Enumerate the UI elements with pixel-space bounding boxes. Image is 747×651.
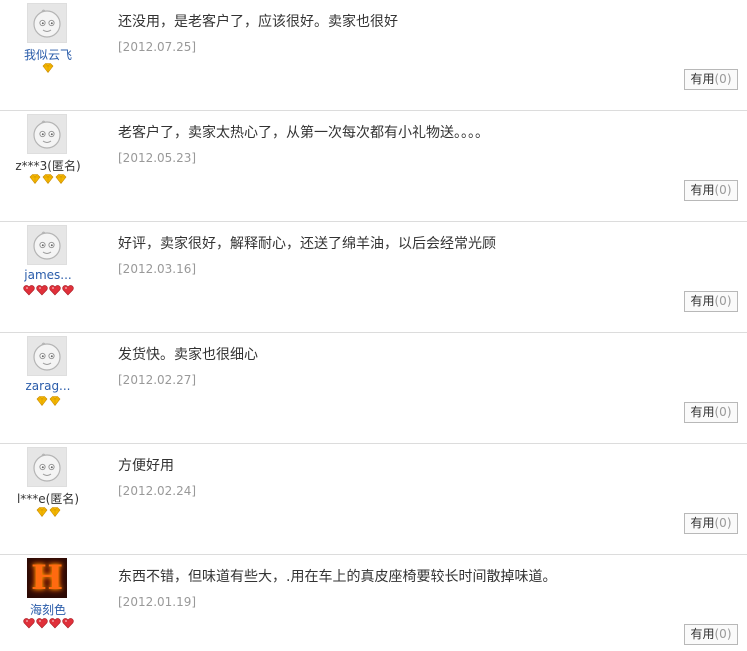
- useful-button[interactable]: 有用(0): [684, 291, 738, 312]
- useful-button[interactable]: 有用(0): [684, 513, 738, 534]
- yellow-diamond-icon: [42, 62, 54, 76]
- username[interactable]: james...: [0, 268, 96, 282]
- avatar[interactable]: [27, 114, 67, 154]
- review-item: james... 好评，卖家很好，解释耐心，还送了绵羊油，以后会经常光顾 [2012…: [0, 222, 747, 333]
- review-date: [2012.02.27]: [118, 373, 197, 387]
- review-date: [2012.05.23]: [118, 151, 197, 165]
- useful-button[interactable]: 有用(0): [684, 180, 738, 201]
- username: z***3(匿名): [15, 159, 81, 173]
- review-item: l***e(匿名) 方便好用 [2012.02.24] 有用(0): [0, 444, 747, 555]
- useful-count: (0): [714, 516, 732, 530]
- username[interactable]: zarag...: [0, 379, 96, 393]
- useful-button[interactable]: 有用(0): [684, 402, 738, 423]
- yellow-diamond-icon: [36, 506, 48, 520]
- red-heart-icon: [48, 617, 61, 631]
- review-date: [2012.07.25]: [118, 40, 197, 54]
- review-item: H 海刻色 东西不错，但味道有些大，.用在车上的真皮座椅要较长时间散掉味道。 [201…: [0, 555, 747, 651]
- red-heart-icon: [22, 617, 35, 631]
- review-list: 我似云飞 还没用，是老客户了，应该很好。卖家也很好 [2012.07.25] 有用(0…: [0, 0, 747, 651]
- avatar[interactable]: [27, 447, 67, 487]
- username: l***e(匿名): [16, 492, 80, 506]
- review-date: [2012.02.24]: [118, 484, 197, 498]
- review-item: z***3(匿名) 老客户了，卖家太热心了，从第一次每次都有小礼物送。。。。 [20…: [0, 111, 747, 222]
- useful-button[interactable]: 有用(0): [684, 624, 738, 645]
- credit-level-badges: [0, 395, 96, 409]
- useful-label: 有用: [690, 516, 715, 530]
- red-heart-icon: [48, 284, 61, 298]
- red-heart-icon: [61, 617, 74, 631]
- avatar[interactable]: [27, 225, 67, 265]
- avatar[interactable]: [27, 3, 67, 43]
- useful-label: 有用: [690, 183, 715, 197]
- username[interactable]: 我似云飞: [0, 46, 96, 63]
- useful-count: (0): [714, 72, 732, 86]
- useful-label: 有用: [690, 72, 715, 86]
- yellow-diamond-icon: [49, 506, 61, 520]
- credit-level-badges: [0, 617, 96, 631]
- credit-level-badges: [0, 506, 96, 520]
- review-text: 还没用，是老客户了，应该很好。卖家也很好: [118, 14, 398, 30]
- avatar[interactable]: [27, 336, 67, 376]
- default-face-icon: [30, 6, 64, 40]
- avatar-letter: H: [30, 558, 64, 598]
- review-item: 我似云飞 还没用，是老客户了，应该很好。卖家也很好 [2012.07.25] 有用(0…: [0, 0, 747, 111]
- review-text: 发货快。卖家也很细心: [118, 347, 258, 363]
- red-heart-icon: [61, 284, 74, 298]
- useful-label: 有用: [690, 405, 715, 419]
- useful-count: (0): [714, 405, 732, 419]
- red-heart-icon: [35, 617, 48, 631]
- credit-level-badges: [0, 173, 96, 187]
- yellow-diamond-icon: [49, 395, 61, 409]
- red-heart-icon: [22, 284, 35, 298]
- useful-label: 有用: [690, 627, 715, 641]
- useful-count: (0): [714, 183, 732, 197]
- review-date: [2012.01.19]: [118, 595, 197, 609]
- default-face-icon: [30, 228, 64, 262]
- yellow-diamond-icon: [29, 173, 41, 187]
- yellow-diamond-icon: [55, 173, 67, 187]
- useful-label: 有用: [690, 294, 715, 308]
- red-heart-icon: [35, 284, 48, 298]
- review-item: zarag... 发货快。卖家也很细心 [2012.02.27] 有用(0): [0, 333, 747, 444]
- review-text: 好评，卖家很好，解释耐心，还送了绵羊油，以后会经常光顾: [118, 236, 496, 252]
- username[interactable]: 海刻色: [0, 601, 96, 618]
- useful-count: (0): [714, 294, 732, 308]
- yellow-diamond-icon: [36, 395, 48, 409]
- default-face-icon: [30, 450, 64, 484]
- useful-count: (0): [714, 627, 732, 641]
- default-face-icon: [30, 117, 64, 151]
- credit-level-badges: [0, 284, 96, 298]
- avatar[interactable]: H: [27, 558, 67, 598]
- review-text: 方便好用: [118, 458, 174, 474]
- flaming-h-icon: H: [27, 558, 67, 598]
- default-face-icon: [30, 339, 64, 373]
- review-text: 东西不错，但味道有些大，.用在车上的真皮座椅要较长时间散掉味道。: [118, 569, 557, 585]
- useful-button[interactable]: 有用(0): [684, 69, 738, 90]
- review-text: 老客户了，卖家太热心了，从第一次每次都有小礼物送。。。。: [118, 125, 489, 141]
- review-date: [2012.03.16]: [118, 262, 197, 276]
- credit-level-badges: [0, 62, 96, 76]
- yellow-diamond-icon: [42, 173, 54, 187]
